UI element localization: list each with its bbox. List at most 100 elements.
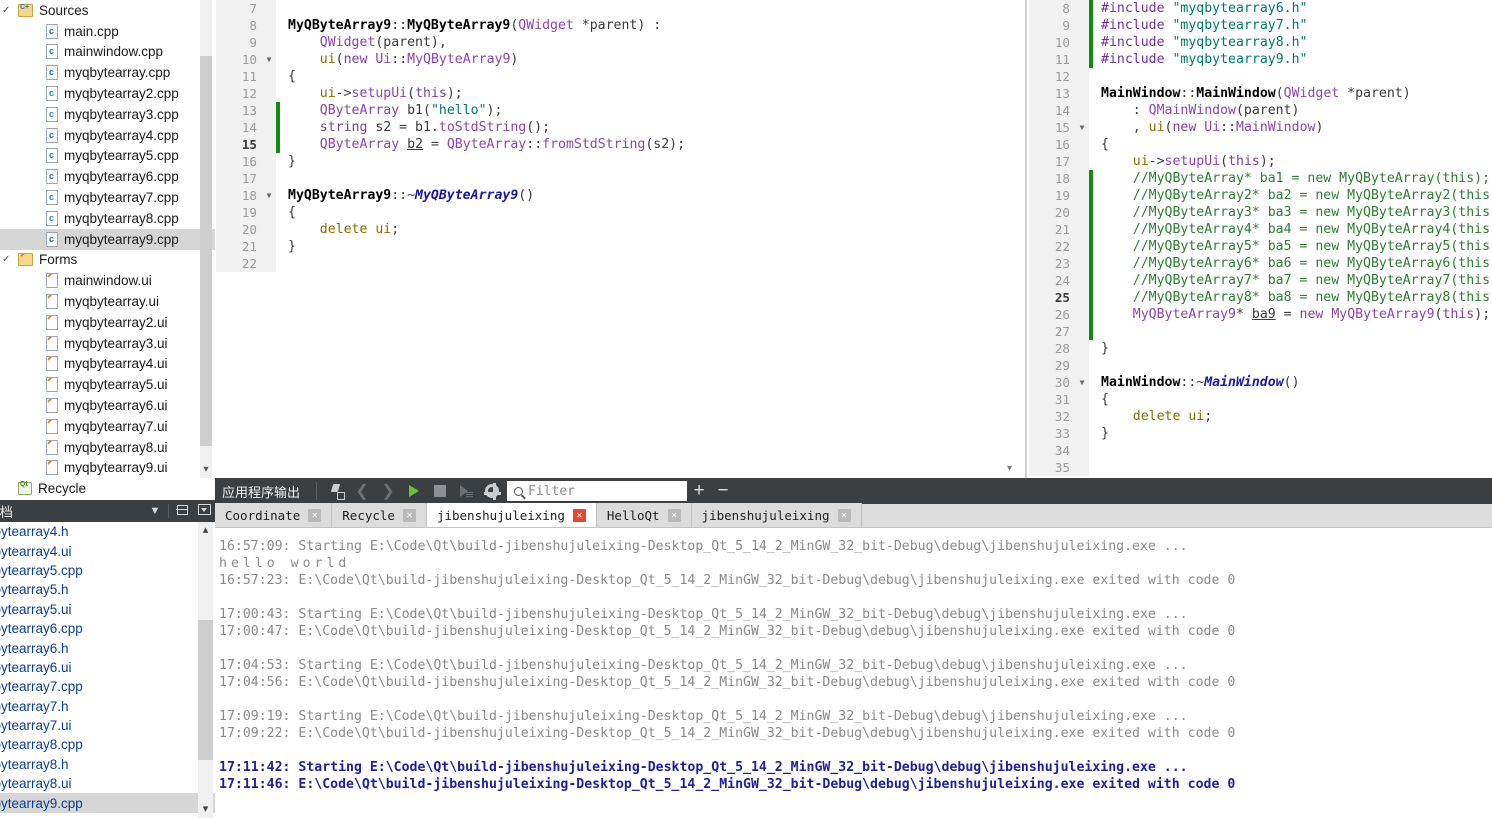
- code-line[interactable]: 15 ▼ , ui(new Ui::MainWindow): [1029, 119, 1492, 136]
- tree-item-myqbytearray8-ui[interactable]: myqbytearray8.ui: [0, 437, 215, 458]
- code-line[interactable]: 14 string s2 = b1.toStdString();: [216, 119, 1016, 136]
- tree-item-myqbytearray-ui[interactable]: myqbytearray.ui: [0, 291, 215, 312]
- fold-toggle-icon[interactable]: [262, 17, 276, 34]
- editor-mainwindow-cpp[interactable]: 8 #include "myqbytearray6.h" 9 #include "my…: [1029, 0, 1492, 478]
- fold-toggle-icon[interactable]: [262, 85, 276, 102]
- code-line[interactable]: 12 ui->setupUi(this);: [216, 85, 1016, 102]
- tree-item-myqbytearray5-ui[interactable]: myqbytearray5.ui: [0, 374, 215, 395]
- document-item[interactable]: qbytearray7.ui: [0, 716, 215, 735]
- chevron-left-icon[interactable]: ❮: [349, 478, 375, 504]
- tree-item-myqbytearray9-cpp[interactable]: myqbytearray9.cpp: [0, 228, 215, 250]
- fold-toggle-icon[interactable]: [1075, 68, 1089, 85]
- fold-toggle-icon[interactable]: [1075, 357, 1089, 374]
- document-item[interactable]: qbytearray7.h: [0, 697, 215, 716]
- code-line[interactable]: 8 MyQByteArray9::MyQByteArray9(QWidget *p…: [216, 17, 1016, 34]
- code-line[interactable]: 27: [1029, 323, 1492, 340]
- code-line[interactable]: 33}: [1029, 425, 1492, 442]
- tree-item-myqbytearray2-cpp[interactable]: myqbytearray2.cpp: [0, 83, 215, 104]
- output-tab-jibenshujuleixing[interactable]: jibenshujuleixing ✕: [426, 503, 597, 527]
- fold-toggle-icon[interactable]: [262, 119, 276, 136]
- tree-item-myqbytearray3-cpp[interactable]: myqbytearray3.cpp: [0, 104, 215, 125]
- code-line[interactable]: 12: [1029, 68, 1492, 85]
- code-line[interactable]: 23 //MyQByteArray6* ba6 = new MyQByteArr…: [1029, 255, 1492, 272]
- tree-item-main-cpp[interactable]: main.cpp: [0, 21, 215, 42]
- editor-myqbytearray9-cpp[interactable]: 7 8 MyQByteArray9::MyQByteArray9(QWidget *…: [216, 0, 1016, 478]
- code-line[interactable]: 8 #include "myqbytearray6.h": [1029, 0, 1492, 17]
- code-line[interactable]: 16 {: [1029, 136, 1492, 153]
- tree-item-mainwindow-ui[interactable]: mainwindow.ui: [0, 270, 215, 291]
- close-icon[interactable]: ✕: [308, 508, 322, 522]
- fold-toggle-icon[interactable]: [262, 238, 276, 255]
- code-line[interactable]: 22 //MyQByteArray5* ba5 = new MyQByteArr…: [1029, 238, 1492, 255]
- fold-toggle-icon[interactable]: [1075, 255, 1089, 272]
- fold-toggle-icon[interactable]: [1075, 204, 1089, 221]
- document-item[interactable]: qbytearray5.cpp: [0, 561, 215, 580]
- open-documents-scrollbar[interactable]: ▴ ▾: [198, 522, 213, 818]
- fold-toggle-icon[interactable]: ▼: [1075, 374, 1089, 391]
- chevron-down-icon[interactable]: ▼: [144, 505, 166, 517]
- fold-toggle-icon[interactable]: [1075, 425, 1089, 442]
- fold-toggle-icon[interactable]: [262, 221, 276, 238]
- tree-item-myqbytearray4-cpp[interactable]: myqbytearray4.cpp: [0, 125, 215, 146]
- code-line[interactable]: 21 //MyQByteArray4* ba4 = new MyQByteArr…: [1029, 221, 1492, 238]
- fold-toggle-icon[interactable]: [1075, 0, 1089, 17]
- tree-item-myqbytearray7-cpp[interactable]: myqbytearray7.cpp: [0, 187, 215, 208]
- output-tab-recycle[interactable]: Recycle ✕: [332, 503, 427, 527]
- code-line[interactable]: 31 {: [1029, 391, 1492, 408]
- output-tab-jibenshujuleixing[interactable]: jibenshujuleixing ✕: [691, 503, 862, 527]
- code-line[interactable]: 34: [1029, 442, 1492, 459]
- tree-item-forms[interactable]: ✓ Forms: [0, 250, 215, 271]
- document-item[interactable]: qbytearray6.cpp: [0, 619, 215, 638]
- code-line[interactable]: 25 //MyQByteArray8* ba8 = new MyQByteArr…: [1029, 289, 1492, 306]
- close-icon[interactable]: ✕: [572, 508, 586, 522]
- chevron-down-icon[interactable]: ▾: [1003, 462, 1016, 476]
- fold-toggle-icon[interactable]: [262, 68, 276, 85]
- code-line[interactable]: 18 //MyQByteArray* ba1 = new MyQByteArra…: [1029, 170, 1492, 187]
- code-line[interactable]: 17 ui->setupUi(this);: [1029, 153, 1492, 170]
- fold-toggle-icon[interactable]: [262, 34, 276, 51]
- code-line[interactable]: 32 delete ui;: [1029, 408, 1492, 425]
- fold-toggle-icon[interactable]: ▼: [262, 187, 276, 204]
- gear-icon[interactable]: [479, 478, 505, 504]
- close-icon[interactable]: ✕: [402, 508, 416, 522]
- tree-item-myqbytearray-cpp[interactable]: myqbytearray.cpp: [0, 62, 215, 83]
- code-line[interactable]: 20 //MyQByteArray3* ba3 = new MyQByteArr…: [1029, 204, 1492, 221]
- fold-toggle-icon[interactable]: [262, 255, 276, 272]
- fold-toggle-icon[interactable]: [262, 153, 276, 170]
- tree-item-myqbytearray6-ui[interactable]: myqbytearray6.ui: [0, 395, 215, 416]
- project-tree-scrollbar[interactable]: ▾: [200, 0, 212, 478]
- fold-toggle-icon[interactable]: [1075, 17, 1089, 34]
- output-tab-helloqt[interactable]: HelloQt ✕: [596, 503, 692, 527]
- tree-item-myqbytearray3-ui[interactable]: myqbytearray3.ui: [0, 333, 215, 354]
- tree-item-myqbytearray5-cpp[interactable]: myqbytearray5.cpp: [0, 146, 215, 167]
- project-tree[interactable]: ✓ Sources main.cpp mainwindow.cpp myqbytearr…: [0, 0, 215, 500]
- fold-toggle-icon[interactable]: [1075, 85, 1089, 102]
- code-line[interactable]: 19 //MyQByteArray2* ba2 = new MyQByteArr…: [1029, 187, 1492, 204]
- close-icon[interactable]: ✕: [667, 508, 681, 522]
- fold-toggle-icon[interactable]: [1075, 102, 1089, 119]
- fold-toggle-icon[interactable]: [1075, 306, 1089, 323]
- fold-toggle-icon[interactable]: [1075, 238, 1089, 255]
- tree-item-sources[interactable]: ✓ Sources: [0, 0, 215, 21]
- play-stack-icon[interactable]: [453, 478, 479, 504]
- document-item[interactable]: qbytearray9.cpp: [0, 793, 215, 813]
- close-panel-icon[interactable]: [193, 504, 215, 518]
- document-item[interactable]: qbytearray4.ui: [0, 541, 215, 560]
- scrollbar-thumb[interactable]: [198, 620, 213, 760]
- code-line[interactable]: 18 ▼ MyQByteArray9::~MyQByteArray9(): [216, 187, 1016, 204]
- fold-toggle-icon[interactable]: [262, 170, 276, 187]
- document-item[interactable]: qbytearray6.ui: [0, 658, 215, 677]
- fold-toggle-icon[interactable]: [1075, 187, 1089, 204]
- document-item[interactable]: qbytearray8.h: [0, 755, 215, 774]
- fold-toggle-icon[interactable]: [1075, 459, 1089, 476]
- code-line[interactable]: 20 delete ui;: [216, 221, 1016, 238]
- code-line[interactable]: 21}: [216, 238, 1016, 255]
- code-line[interactable]: 24 //MyQByteArray7* ba7 = new MyQByteArr…: [1029, 272, 1492, 289]
- code-line[interactable]: 35: [1029, 459, 1492, 476]
- document-item[interactable]: qbytearray8.cpp: [0, 735, 215, 754]
- document-item[interactable]: qbytearray5.ui: [0, 600, 215, 619]
- fold-toggle-icon[interactable]: [1075, 136, 1089, 153]
- zoom-in-button[interactable]: +: [687, 478, 711, 504]
- document-item[interactable]: qbytearray5.h: [0, 580, 215, 599]
- code-line[interactable]: 28}: [1029, 340, 1492, 357]
